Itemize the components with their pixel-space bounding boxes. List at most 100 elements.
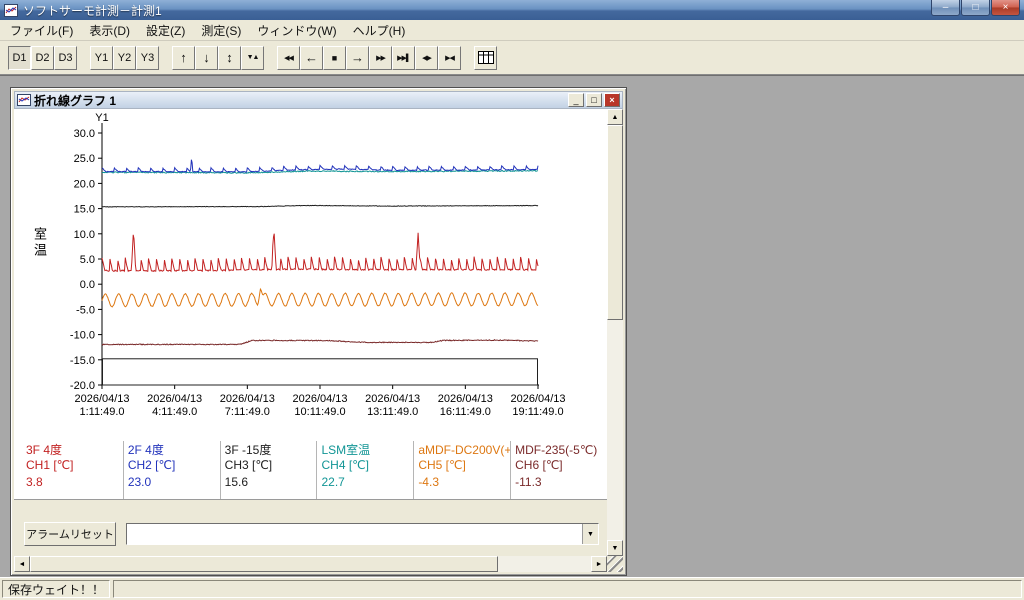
menu-view[interactable]: 表示(D) — [81, 20, 138, 41]
fast-rewind-button[interactable]: ◀◀ — [277, 46, 300, 70]
toolbar-separator — [77, 41, 90, 74]
graph-window-controls: _ □ × — [568, 93, 620, 107]
svg-text:5.0: 5.0 — [80, 254, 95, 266]
scroll-down-arrow-icon[interactable]: ▼ — [607, 540, 623, 556]
svg-text:1:11:49.0: 1:11:49.0 — [79, 406, 124, 418]
y-axis-unit-label: 室温 — [30, 227, 49, 259]
channel-value: 23.0 — [128, 475, 220, 490]
svg-text:15.0: 15.0 — [74, 204, 95, 216]
channel-value: 15.6 — [225, 475, 317, 490]
channel-name: 2F 4度 — [128, 443, 220, 458]
step-back-button[interactable]: ← — [300, 46, 323, 70]
graph-table-button[interactable] — [474, 46, 497, 70]
svg-text:20.0: 20.0 — [74, 178, 95, 190]
maximize-button[interactable]: □ — [961, 0, 990, 16]
status-extra — [113, 580, 1022, 598]
statusbar: 保存ウェイト！！ — [0, 577, 1024, 600]
y3-button[interactable]: Y3 — [136, 46, 159, 70]
channel-id: CH1 [℃] — [26, 458, 123, 473]
close-button[interactable]: × — [991, 0, 1020, 16]
menu-settings[interactable]: 設定(Z) — [138, 20, 193, 41]
chart-area: Y130.025.020.015.010.05.00.0-5.0-10.0-15… — [14, 109, 607, 499]
graph-close-button[interactable]: × — [604, 93, 620, 107]
horizontal-scrollbar-thumb[interactable] — [30, 556, 498, 572]
graph-window-titlebar[interactable]: 折れ線グラフ 1 _ □ × — [14, 91, 623, 109]
fast-forward-button[interactable]: ▶▶ — [369, 46, 392, 70]
alarm-reset-button[interactable]: アラームリセット — [24, 522, 116, 546]
resize-grip[interactable] — [607, 556, 623, 572]
svg-text:2026/04/13: 2026/04/13 — [365, 393, 420, 405]
menu-file[interactable]: ファイル(F) — [2, 20, 81, 41]
channel-id: CH3 [℃] — [225, 458, 317, 473]
vertical-scrollbar-thumb[interactable] — [607, 125, 623, 320]
svg-text:4:11:49.0: 4:11:49.0 — [152, 406, 197, 418]
channel-value: 22.7 — [321, 475, 413, 490]
minimize-button[interactable]: – — [931, 0, 960, 16]
svg-text:7:11:49.0: 7:11:49.0 — [225, 406, 270, 418]
fit-y-button[interactable]: ▼▲ — [241, 46, 264, 70]
message-input[interactable] — [127, 524, 582, 544]
svg-text:16:11:49.0: 16:11:49.0 — [440, 406, 491, 418]
svg-text:10:11:49.0: 10:11:49.0 — [294, 406, 345, 418]
titlebar[interactable]: ソフトサーモ計測－計測1 – □ × — [0, 0, 1024, 20]
channel-legend-item: 3F 4度 CH1 [℃] 3.8 — [26, 441, 123, 499]
scroll-down-button[interactable]: ↓ — [195, 46, 218, 70]
svg-text:-20.0: -20.0 — [70, 380, 95, 392]
scroll-right-arrow-icon[interactable]: ► — [591, 556, 607, 572]
menu-measure[interactable]: 測定(S) — [193, 20, 249, 41]
channel-legend-item: aMDF-DC200V(+2 CH5 [℃] -4.3 — [413, 441, 510, 499]
svg-text:-15.0: -15.0 — [70, 355, 95, 367]
status-message: 保存ウェイト！！ — [2, 580, 110, 598]
control-panel: アラームリセット ▼ — [14, 499, 607, 556]
svg-text:-5.0: -5.0 — [76, 304, 95, 316]
channel-legend-item: MDF-235(-5℃) CH6 [℃] -11.3 — [510, 441, 607, 499]
step-forward-button[interactable]: → — [346, 46, 369, 70]
svg-text:2026/04/13: 2026/04/13 — [438, 393, 493, 405]
channel-name: MDF-235(-5℃) — [515, 443, 607, 458]
compress-x-button[interactable]: ▶◀ — [438, 46, 461, 70]
stop-button[interactable]: ■ — [323, 46, 346, 70]
channel-name: LSM室温 — [321, 443, 413, 458]
expand-y-button[interactable]: ↕ — [218, 46, 241, 70]
y2-button[interactable]: Y2 — [113, 46, 136, 70]
channel-id: CH4 [℃] — [321, 458, 413, 473]
dropdown-arrow-icon[interactable]: ▼ — [582, 524, 598, 544]
graph-maximize-button[interactable]: □ — [586, 93, 602, 107]
window-title: ソフトサーモ計測－計測1 — [23, 2, 162, 19]
menu-window[interactable]: ウィンドウ(W) — [249, 20, 344, 41]
window-controls: – □ × — [931, 0, 1020, 20]
channel-legend-item: LSM室温 CH4 [℃] 22.7 — [316, 441, 413, 499]
graph-window-body: Y130.025.020.015.010.05.00.0-5.0-10.0-15… — [14, 109, 623, 572]
svg-text:2026/04/13: 2026/04/13 — [510, 393, 565, 405]
svg-text:10.0: 10.0 — [74, 229, 95, 241]
channel-legend-item: 2F 4度 CH2 [℃] 23.0 — [123, 441, 220, 499]
scroll-left-arrow-icon[interactable]: ◄ — [14, 556, 30, 572]
toolbar-separator — [461, 41, 474, 74]
scroll-up-arrow-icon[interactable]: ▲ — [607, 109, 623, 125]
toolbar-separator — [264, 41, 277, 74]
y1-button[interactable]: Y1 — [90, 46, 113, 70]
channel-legend: 3F 4度 CH1 [℃] 3.8 2F 4度 CH2 [℃] 23.0 3F … — [14, 441, 607, 499]
channel-value: -11.3 — [515, 475, 607, 490]
svg-text:19:11:49.0: 19:11:49.0 — [512, 406, 563, 418]
channel-value: -4.3 — [418, 475, 510, 490]
scroll-up-button[interactable]: ↑ — [172, 46, 195, 70]
svg-text:2026/04/13: 2026/04/13 — [147, 393, 202, 405]
horizontal-scrollbar[interactable]: ◄ ► — [14, 556, 607, 572]
toolbar-separator — [159, 41, 172, 74]
menubar: ファイル(F) 表示(D) 設定(Z) 測定(S) ウィンドウ(W) ヘルプ(H… — [0, 20, 1024, 41]
d3-button[interactable]: D3 — [54, 46, 77, 70]
channel-name: aMDF-DC200V(+2 — [418, 443, 510, 458]
channel-id: CH2 [℃] — [128, 458, 220, 473]
graph-minimize-button[interactable]: _ — [568, 93, 584, 107]
channel-id: CH5 [℃] — [418, 458, 510, 473]
skip-to-end-button[interactable]: ▶▶▌ — [392, 46, 415, 70]
d2-button[interactable]: D2 — [31, 46, 54, 70]
vertical-scrollbar[interactable]: ▲ ▼ — [607, 109, 623, 556]
menu-help[interactable]: ヘルプ(H) — [345, 20, 414, 41]
graph-window-icon — [17, 94, 31, 106]
channel-legend-item: 3F -15度 CH3 [℃] 15.6 — [220, 441, 317, 499]
channel-id: CH6 [℃] — [515, 458, 607, 473]
expand-x-button[interactable]: ◀▶ — [415, 46, 438, 70]
d1-button[interactable]: D1 — [8, 46, 31, 70]
